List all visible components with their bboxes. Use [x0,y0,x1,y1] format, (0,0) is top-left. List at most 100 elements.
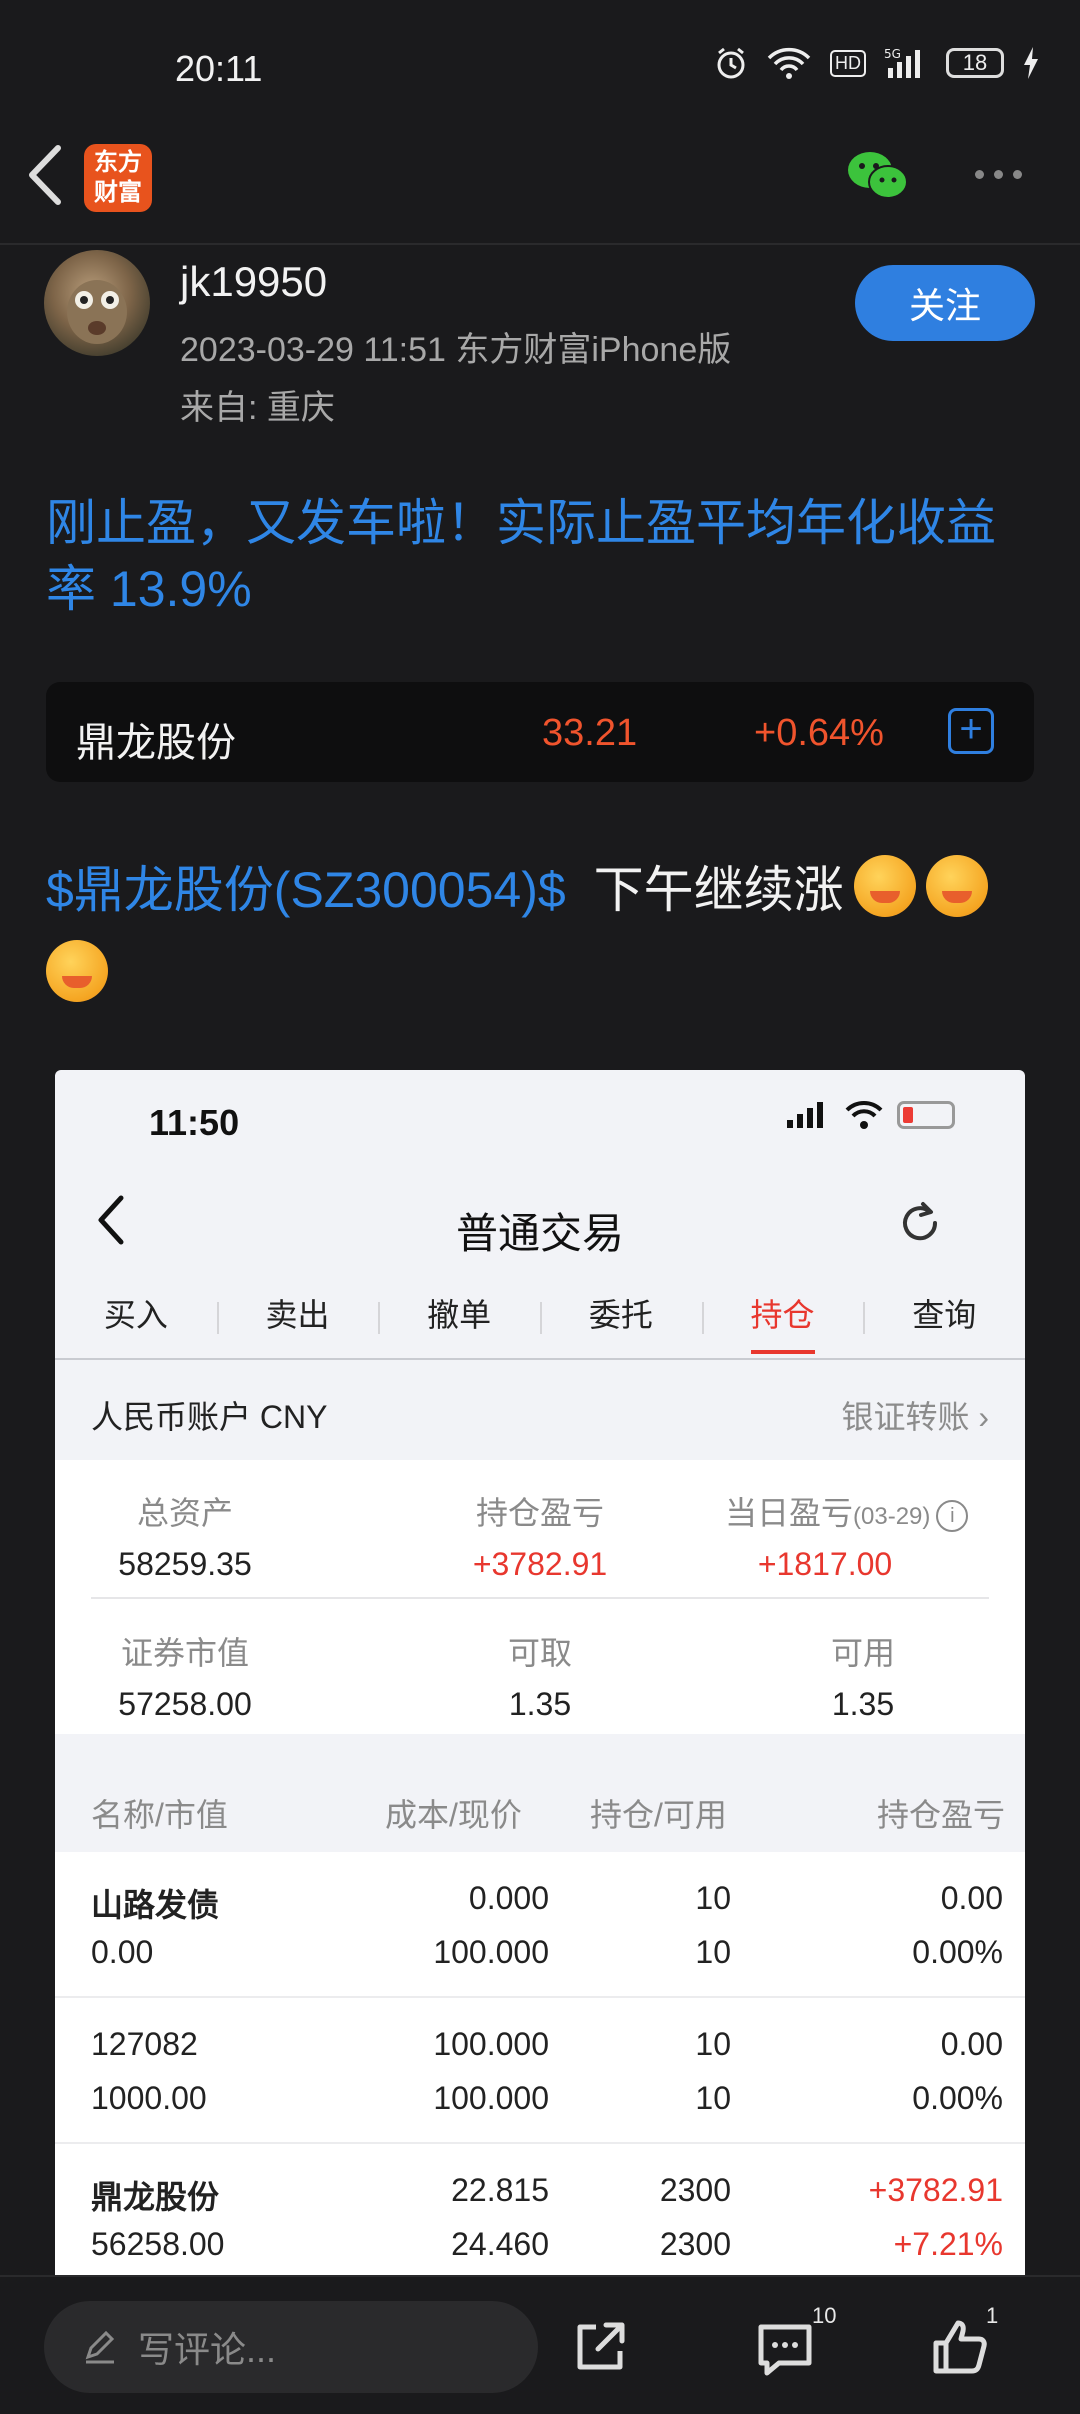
market-value-value: 57258.00 [118,1686,252,1722]
status-time: 20:11 [175,48,263,89]
table-row: 鼎龙股份 56258.00 22.815 24.460 2300 2300 +3… [55,2144,1025,2290]
row-avail: 10 [695,2080,731,2116]
summary-divider [91,1597,989,1599]
tab-positions: 持仓 [701,1290,864,1354]
svg-text:5G: 5G [884,47,901,61]
share-icon[interactable] [570,2317,630,2377]
total-assets-value: 58259.35 [118,1546,252,1582]
row-name: 鼎龙股份 [91,2179,220,2215]
chevron-right-icon: › [978,1399,989,1435]
stock-card-name: 鼎龙股份 [76,721,236,765]
logo-line1: 东方 [94,149,142,176]
more-options-icon[interactable] [975,170,1022,179]
trade-tabs: 买入 卖出 撤单 委托 持仓 查询 [55,1290,1025,1354]
emoji-icon [46,940,108,1002]
total-assets-label: 总资产 [136,1495,233,1531]
screenshot-title: 普通交易 [455,1210,624,1257]
row-value: 56258.00 [91,2226,225,2262]
withdrawable-label: 可取 [507,1635,572,1671]
row-value: 0.00 [91,1934,154,1970]
comment-icon[interactable] [755,2319,815,2379]
post-title: 刚止盈，又发车啦！实际止盈平均年化收益率 13.9% [46,495,996,617]
status-icons: HD 5G 18 [714,46,1040,80]
row-avail: 10 [695,1934,731,1970]
row-hold: 10 [695,2026,731,2062]
comment-count: 10 [812,2303,837,2328]
transfer-link: 银证转账 › [841,1392,989,1438]
row-pl: +3782.91 [868,2172,1003,2208]
comment-placeholder: 写评论... [138,2329,277,2370]
tab-cancel: 撤单 [378,1290,540,1354]
refresh-icon [903,1202,938,1241]
avatar[interactable] [44,250,150,356]
account-label: 人民币账户 CNY [91,1399,328,1435]
emoji-icon [853,855,916,917]
row-name: 127082 [91,2026,198,2062]
row-pl-pct: +7.21% [893,2226,1003,2262]
battery-indicator: 18 [946,48,1004,78]
tab-sell: 卖出 [216,1290,379,1354]
header-divider [0,243,1080,245]
row-pl-pct: 0.00% [912,1934,1003,1970]
bottom-bar: 写评论... 10 1 [0,2275,1080,2414]
position-pl-label: 持仓盈亏 [475,1495,604,1531]
charging-icon [1024,47,1038,79]
row-hold: 10 [695,1880,731,1916]
post-text: 下午继续涨 [593,862,844,918]
add-watchlist-icon[interactable]: + [948,708,994,754]
table-row: 127082 1000.00 100.000 100.000 10 10 0.0… [55,1998,1025,2144]
tab-orders: 委托 [540,1290,702,1354]
signal-icon [787,1102,823,1128]
positions-table: 山路发债 0.00 0.000 100.000 10 10 0.00 0.00%… [55,1852,1025,2290]
row-cost: 100.000 [433,2026,549,2062]
stock-card[interactable]: 鼎龙股份 33.21 +0.64% + [46,682,1034,782]
wechat-share-icon[interactable] [846,150,908,202]
post-body: $鼎龙股份(SZ300054)$ 下午继续涨 [46,850,988,922]
row-pl: 0.00 [940,1880,1003,1916]
daily-pl-date: (03-29) [853,1503,931,1530]
row-price: 100.000 [433,2080,549,2116]
row-pl-pct: 0.00% [912,2080,1003,2116]
row-hold: 2300 [659,2172,731,2208]
row-price: 24.460 [451,2226,549,2262]
row-avail: 2300 [659,2226,731,2262]
battery-icon [897,1101,955,1129]
transfer-label: 银证转账 [841,1399,970,1435]
app-logo: 东方 财富 [84,144,152,212]
author-username[interactable]: jk19950 [180,258,327,306]
follow-button[interactable]: 关注 [855,265,1035,341]
daily-pl-value: +1817.00 [757,1546,893,1582]
stock-card-change: +0.64% [754,712,884,754]
row-name: 山路发债 [91,1887,220,1923]
post-meta: 2023-03-29 11:51 东方财富iPhone版 [180,331,732,369]
wifi-icon [845,1100,883,1129]
stock-link[interactable]: $鼎龙股份(SZ300054)$ [46,850,566,922]
logo-line2: 财富 [94,179,142,206]
like-count: 1 [986,2303,999,2328]
row-pl: 0.00 [940,2026,1003,2062]
comment-input[interactable]: 写评论... [44,2301,538,2393]
header-name: 名称/市值 [91,1797,228,1833]
info-icon: i [936,1499,969,1532]
row-value: 1000.00 [91,2080,207,2116]
account-row: 人民币账户 CNY 银证转账 › [55,1360,1025,1460]
screenshot-time: 11:50 [149,1102,240,1143]
back-icon[interactable] [22,140,72,210]
market-value-label: 证券市值 [120,1635,249,1671]
row-cost: 22.815 [451,2172,549,2208]
pencil-icon [85,2330,115,2364]
positions-table-header: 名称/市值 成本/现价 持仓/可用 持仓盈亏 [55,1760,1025,1852]
header-pl: 持仓盈亏 [877,1797,1006,1833]
hd-icon: HD [830,49,866,77]
post-location: 来自: 重庆 [180,389,335,427]
embedded-screenshot[interactable]: 11:50 普通交易 买入 卖出 撤单 委托 持仓 查询 人民币账户 CNY 银… [55,1070,1025,2360]
header-cost: 成本/现价 [385,1797,522,1833]
row-price: 100.000 [433,1934,549,1970]
daily-pl-label: 当日盈亏 [725,1495,854,1531]
daily-pl-header: 当日盈亏(03-29) i [725,1488,969,1534]
tab-query: 查询 [863,1290,1025,1354]
emoji-icon [925,855,988,917]
like-icon[interactable] [930,2317,990,2377]
withdrawable-value: 1.35 [508,1686,572,1722]
signal-icon: 5G [884,47,920,78]
